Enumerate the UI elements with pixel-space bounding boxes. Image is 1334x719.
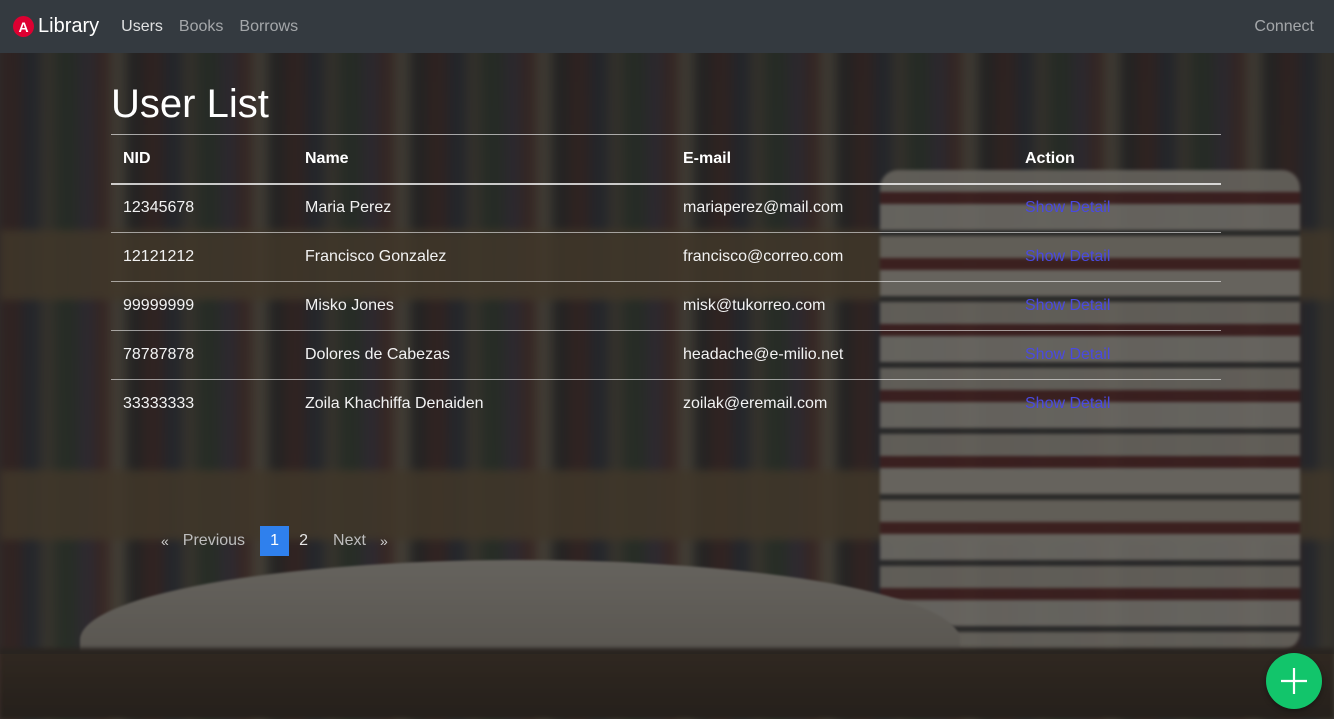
cell-email: misk@tukorreo.com (671, 281, 1013, 331)
angular-logo-icon: A (13, 16, 34, 37)
table-row: 12121212 Francisco Gonzalez francisco@co… (111, 232, 1221, 282)
cell-email: headache@e-milio.net (671, 330, 1013, 380)
table-row: 78787878 Dolores de Cabezas headache@e-m… (111, 330, 1221, 380)
cell-nid: 33333333 (123, 395, 195, 413)
table-row: 33333333 Zoila Khachiffa Denaiden zoilak… (111, 380, 1221, 429)
brand-link[interactable]: A Library (13, 15, 99, 38)
cell-email: francisco@correo.com (671, 232, 1013, 282)
cell-action: Show Detail (1013, 183, 1221, 233)
main-content: User List NID Name E-mail Action 1234567… (111, 53, 1221, 429)
column-header-nid: NID (111, 134, 293, 185)
brand-title: Library (38, 15, 100, 37)
add-user-button[interactable] (1266, 653, 1322, 709)
navbar: A Library Users Books Borrows Connect (0, 0, 1334, 53)
cell-email: mariaperez@mail.com (671, 183, 1013, 233)
show-detail-link[interactable]: Show Detail (1025, 248, 1110, 265)
bottom-overlay (0, 654, 1334, 719)
nav-link-borrows[interactable]: Borrows (231, 18, 306, 36)
cell-name: Maria Perez (293, 183, 671, 233)
table-header-row: NID Name E-mail Action (111, 134, 1221, 185)
cell-action: Show Detail (1013, 281, 1221, 331)
cell-name: Francisco Gonzalez (293, 232, 671, 282)
connect-link[interactable]: Connect (1254, 18, 1314, 36)
page-title: User List (111, 82, 269, 126)
plus-icon (1281, 668, 1307, 694)
show-detail-link[interactable]: Show Detail (1025, 395, 1110, 412)
cell-name: Dolores de Cabezas (293, 330, 671, 380)
cell-email: zoilak@eremail.com (683, 395, 828, 413)
page-link-1[interactable]: 1 (260, 526, 290, 556)
cell-nid: 12345678 (111, 183, 293, 233)
user-table: NID Name E-mail Action 12345678 Maria Pe… (111, 134, 1221, 429)
page-link-2[interactable]: 2 (289, 526, 318, 556)
show-detail-link[interactable]: Show Detail (1025, 297, 1110, 314)
table-row: 99999999 Misko Jones misk@tukorreo.com S… (111, 281, 1221, 331)
cell-name: Zoila Khachiffa Denaiden (305, 395, 484, 413)
pagination: « Previous 1 2 Next » (154, 526, 395, 556)
cell-name: Misko Jones (293, 281, 671, 331)
cell-action: Show Detail (1013, 232, 1221, 282)
cell-action: Show Detail (1013, 330, 1221, 380)
nav-link-users[interactable]: Users (113, 18, 171, 36)
column-header-action: Action (1013, 134, 1221, 185)
previous-arrow-icon[interactable]: « (154, 526, 176, 556)
show-detail-link[interactable]: Show Detail (1025, 199, 1110, 216)
next-arrow-icon[interactable]: » (373, 526, 395, 556)
cell-nid: 78787878 (111, 330, 293, 380)
column-header-name: Name (293, 134, 671, 185)
nav-link-books[interactable]: Books (171, 18, 231, 36)
cell-action: Show Detail (1013, 380, 1221, 429)
table-row: 12345678 Maria Perez mariaperez@mail.com… (111, 183, 1221, 233)
cell-nid: 12121212 (111, 232, 293, 282)
next-page-link[interactable]: Next (326, 526, 373, 556)
show-detail-link[interactable]: Show Detail (1025, 346, 1110, 363)
column-header-email: E-mail (671, 134, 1013, 185)
cell-nid: 99999999 (111, 281, 293, 331)
previous-page-link[interactable]: Previous (176, 526, 252, 556)
